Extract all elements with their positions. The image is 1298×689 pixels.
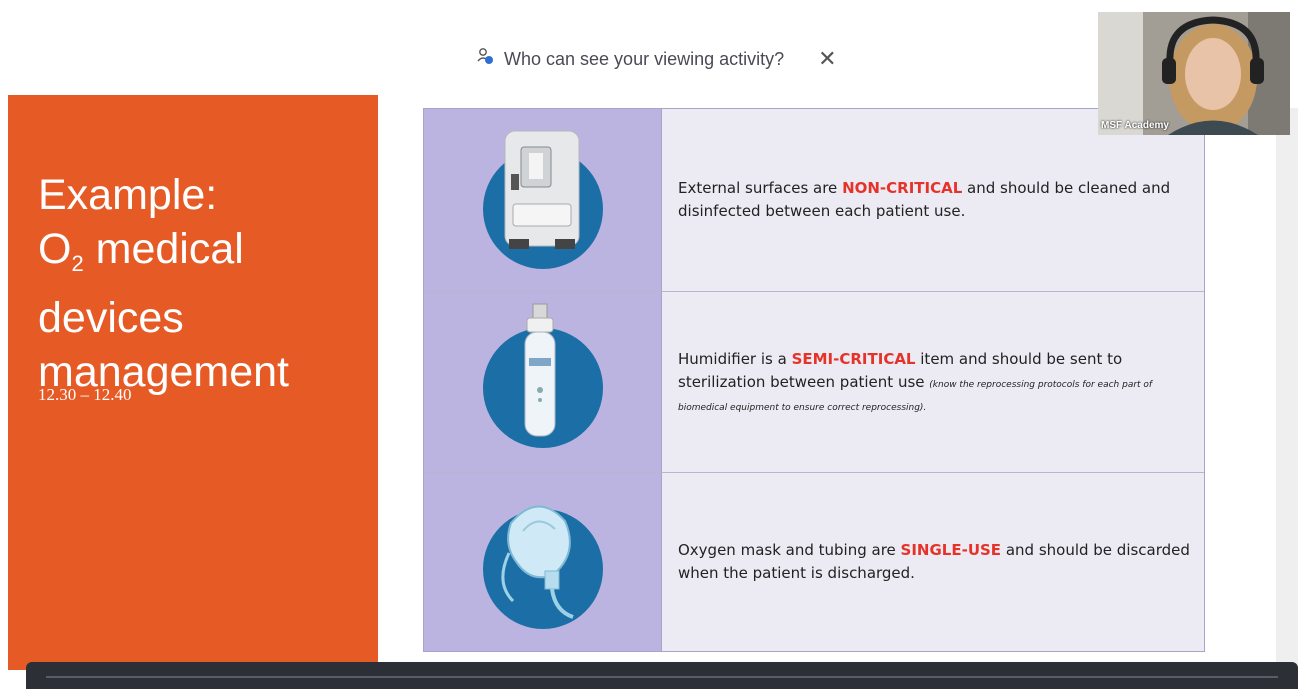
title-line-2: O2 medical — [38, 225, 244, 276]
title-line-1: Example: — [38, 171, 218, 219]
scroll-strip — [1276, 108, 1298, 668]
oxygen-mask-image — [483, 505, 603, 629]
presenter-video — [1098, 12, 1290, 135]
row-description: Oxygen mask and tubing are SINGLE-USE an… — [678, 541, 1190, 582]
close-icon[interactable]: ✕ — [818, 46, 836, 72]
viewing-activity-notice[interactable]: Who can see your viewing activity? ✕ — [476, 44, 837, 74]
image-cell — [424, 109, 662, 291]
webcam-label: MSF Academy — [1101, 120, 1169, 131]
row-description: External surfaces are NON-CRITICAL and s… — [678, 179, 1171, 220]
progress-track[interactable] — [46, 676, 1278, 678]
image-cell — [424, 292, 662, 472]
player-control-bar[interactable] — [26, 662, 1298, 689]
table-row: Oxygen mask and tubing are SINGLE-USE an… — [424, 473, 1204, 651]
table-row: Humidifier is a SEMI-CRITICAL item and s… — [424, 292, 1204, 473]
notice-text[interactable]: Who can see your viewing activity? — [504, 49, 784, 70]
people-icon — [476, 47, 496, 72]
oxygen-concentrator-image — [483, 130, 603, 269]
image-cell — [424, 473, 662, 651]
title-line-3: devices — [38, 294, 184, 342]
device-table: External surfaces are NON-CRITICAL and s… — [423, 108, 1205, 652]
slide-time: 12.30 – 12.40 — [38, 385, 132, 404]
table-row: External surfaces are NON-CRITICAL and s… — [424, 109, 1204, 292]
webcam-feed[interactable]: MSF Academy — [1098, 12, 1290, 135]
classification-badge: NON-CRITICAL — [842, 179, 963, 197]
row-description: Humidifier is a SEMI-CRITICAL item and s… — [678, 349, 1153, 413]
humidifier-image — [483, 303, 603, 448]
classification-badge: SEMI-CRITICAL — [791, 349, 916, 368]
slide-title: Example: O2 medical devices management — [38, 168, 289, 399]
classification-badge: SINGLE-USE — [900, 541, 1002, 559]
